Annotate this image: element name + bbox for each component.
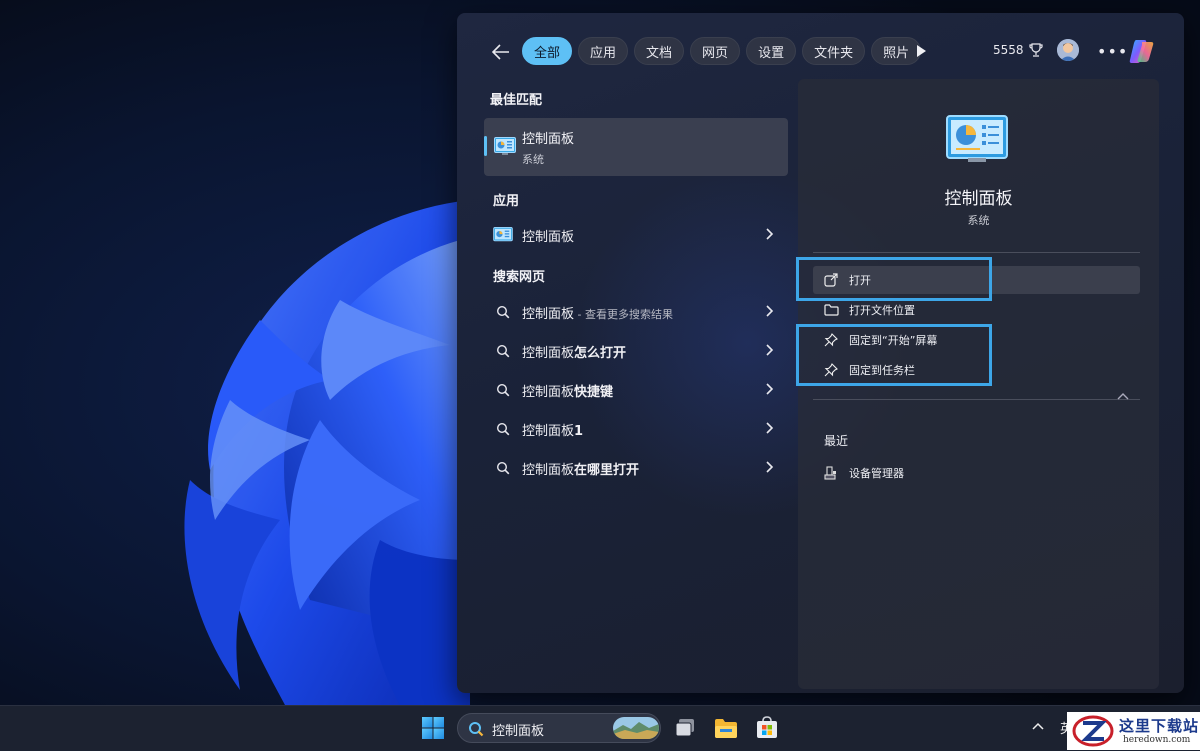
watermark-z-icon: [1072, 715, 1114, 747]
recent-item-device-manager[interactable]: 设备管理器: [813, 459, 1013, 487]
more-horizontal-icon[interactable]: •••: [1097, 42, 1128, 61]
search-highlight-image: [613, 717, 659, 739]
web-result-label: 控制面板: [522, 306, 575, 322]
copilot-icon[interactable]: [1127, 36, 1157, 66]
search-icon: [496, 344, 510, 358]
open-file-location-action[interactable]: 打开文件位置: [813, 296, 1140, 324]
action-label: 打开: [849, 274, 871, 287]
task-view-icon[interactable]: [672, 715, 698, 741]
tab-settings[interactable]: 设置: [746, 37, 797, 65]
chevron-right-icon[interactable]: [764, 382, 774, 396]
action-label: 固定到任务栏: [849, 364, 915, 377]
chevron-right-icon[interactable]: [764, 460, 774, 474]
search-icon: [469, 722, 484, 737]
tab-documents[interactable]: 文档: [634, 37, 685, 65]
search-icon: [496, 305, 510, 319]
search-panel: 全部 应用 文档 网页 设置 文件夹 照片 5558 ••• 最佳匹配 控制面板…: [457, 13, 1184, 693]
web-result-item[interactable]: 控制面板在哪里打开: [484, 450, 788, 486]
web-result-label: 控制面板: [522, 462, 575, 478]
preview-subtitle: 系统: [967, 214, 990, 227]
best-match-heading: 最佳匹配: [490, 93, 543, 108]
tab-apps[interactable]: 应用: [578, 37, 629, 65]
chevron-right-icon[interactable]: [764, 304, 774, 318]
taskbar-search-text: 控制面板: [492, 724, 545, 739]
watermark-text: 这里下载站: [1119, 717, 1200, 735]
web-result-item[interactable]: 控制面板怎么打开: [484, 333, 788, 369]
windows-start-icon[interactable]: [421, 716, 445, 740]
watermark-logo: 这里下载站 heredown.com: [1067, 712, 1200, 750]
user-avatar-icon: [1057, 39, 1079, 61]
taskbar-search-box[interactable]: 控制面板: [457, 713, 661, 743]
device-manager-icon: [824, 466, 836, 480]
preview-title: 控制面板: [944, 189, 1013, 209]
web-result-bold: 1: [574, 423, 584, 439]
microsoft-store-icon[interactable]: [754, 715, 780, 741]
control-panel-icon: [946, 115, 1008, 162]
web-result-label: 控制面板: [522, 345, 575, 361]
control-panel-icon: [493, 227, 513, 242]
web-result-label: 控制面板: [522, 384, 575, 400]
recent-heading: 最近: [824, 434, 849, 448]
divider: [813, 252, 1140, 253]
search-icon: [496, 461, 510, 475]
selection-accent: [484, 136, 487, 156]
best-match-type: 系统: [522, 153, 544, 166]
open-external-icon: [824, 273, 838, 287]
action-label: 打开文件位置: [849, 304, 915, 317]
tab-all[interactable]: 全部: [522, 37, 573, 65]
web-result-label: 控制面板: [522, 423, 575, 439]
recent-item-label: 设备管理器: [849, 467, 904, 480]
search-header: 全部 应用 文档 网页 设置 文件夹 照片 5558 •••: [457, 35, 1184, 67]
taskbar: 控制面板 英: [0, 705, 1200, 751]
best-match-name: 控制面板: [522, 132, 575, 147]
play-icon[interactable]: [914, 43, 928, 59]
pin-to-start-action[interactable]: 固定到“开始”屏幕: [813, 326, 1140, 354]
pin-to-taskbar-action[interactable]: 固定到任务栏: [813, 356, 1140, 384]
chevron-right-icon[interactable]: [764, 227, 774, 241]
trophy-icon: [1028, 43, 1043, 57]
web-result-item[interactable]: 控制面板快捷键: [484, 372, 788, 408]
open-action[interactable]: 打开: [813, 266, 1140, 294]
action-label: 固定到“开始”屏幕: [849, 334, 938, 347]
avatar[interactable]: [1057, 39, 1079, 61]
arrow-left-icon: [492, 44, 509, 60]
back-button[interactable]: [487, 38, 515, 66]
web-result-item[interactable]: 控制面板 - 查看更多搜索结果: [484, 294, 788, 330]
web-heading: 搜索网页: [493, 270, 546, 285]
web-result-bold: 快捷键: [574, 384, 614, 400]
search-icon: [496, 383, 510, 397]
tab-folders[interactable]: 文件夹: [802, 37, 866, 65]
chevron-up-icon[interactable]: [1116, 391, 1130, 401]
points-value: 5558: [993, 43, 1024, 57]
web-result-item[interactable]: 控制面板1: [484, 411, 788, 447]
search-icon: [496, 422, 510, 436]
control-panel-icon: [494, 137, 516, 155]
web-result-bold: 在哪里打开: [574, 462, 640, 478]
watermark-url: heredown.com: [1123, 735, 1191, 745]
divider: [813, 399, 1140, 400]
best-match-item[interactable]: 控制面板 系统: [484, 118, 788, 176]
chevron-up-icon[interactable]: [1032, 722, 1044, 730]
pin-icon: [824, 333, 838, 347]
tab-web[interactable]: 网页: [690, 37, 741, 65]
apps-heading: 应用: [493, 194, 520, 209]
app-result-control-panel[interactable]: 控制面板: [484, 217, 788, 253]
chevron-right-icon[interactable]: [764, 421, 774, 435]
filter-tabs: 全部 应用 文档 网页 设置 文件夹 照片: [522, 37, 922, 65]
web-result-bold: 怎么打开: [574, 345, 627, 361]
rewards-points[interactable]: 5558: [993, 43, 1043, 57]
folder-icon: [823, 304, 839, 316]
web-result-suffix: - 查看更多搜索结果: [574, 307, 673, 321]
chevron-right-icon[interactable]: [764, 343, 774, 357]
preview-pane: 控制面板 系统 打开 打开文件位置 固定到“开始”屏幕 固定到任务栏 最近 设备…: [798, 79, 1159, 689]
file-explorer-icon[interactable]: [713, 715, 739, 741]
pin-icon: [824, 363, 838, 377]
app-result-label: 控制面板: [522, 229, 575, 245]
